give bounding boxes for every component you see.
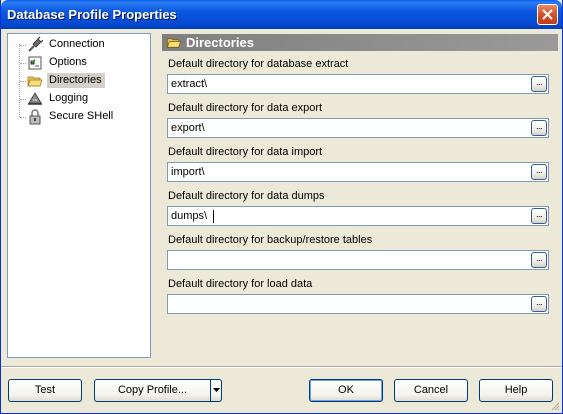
tree-item-secure-shell[interactable]: Secure SHell (8, 108, 150, 126)
backup-restore-directory-input[interactable]: ... (167, 250, 549, 270)
folder-open-icon (27, 76, 43, 87)
tree-item-label: Logging (49, 92, 89, 104)
browse-button-backup-restore[interactable]: ... (531, 252, 547, 268)
tree-item-options[interactable]: Options (8, 54, 150, 72)
field-value: dumps\ (171, 210, 208, 222)
footer-divider (1, 366, 562, 368)
options-icon (28, 56, 42, 70)
lock-icon (29, 109, 41, 125)
tree-item-logging[interactable]: Logging (8, 90, 150, 108)
field-label-dumps: Default directory for data dumps (168, 190, 325, 202)
copy-profile-button[interactable]: Copy Profile... (94, 379, 211, 402)
field-label-extract: Default directory for database extract (168, 58, 349, 70)
browse-button-export[interactable]: ... (531, 120, 547, 136)
browse-button-dumps[interactable]: ... (531, 208, 547, 224)
dialog-window: Database Profile Properties Connection O… (0, 0, 563, 414)
browse-button-extract[interactable]: ... (531, 76, 547, 92)
field-value: extract\ (171, 78, 208, 90)
field-value: import\ (171, 166, 205, 178)
plug-icon (28, 37, 43, 52)
dumps-directory-input[interactable]: dumps\ ... (167, 206, 549, 226)
tree-item-label: Secure SHell (49, 110, 114, 122)
close-icon (542, 9, 553, 20)
field-value: export\ (171, 122, 205, 134)
help-button[interactable]: Help (479, 379, 553, 402)
field-label-load-data: Default directory for load data (168, 278, 313, 290)
tree-item-directories[interactable]: Directories (8, 72, 150, 90)
field-label-export: Default directory for data export (168, 102, 323, 114)
category-tree[interactable]: Connection Options Directories Logging S… (7, 33, 151, 358)
field-label-backup-restore: Default directory for backup/restore tab… (168, 234, 373, 246)
resize-grip-icon[interactable] (550, 401, 560, 411)
import-directory-input[interactable]: import\ ... (167, 162, 549, 182)
extract-directory-input[interactable]: extract\ ... (167, 74, 549, 94)
ok-button-label: OK (338, 384, 354, 396)
close-button[interactable] (537, 4, 558, 25)
folder-open-icon (166, 38, 182, 48)
text-caret (213, 210, 214, 223)
tree-item-label: Options (49, 56, 87, 68)
section-header: Directories (162, 34, 558, 51)
cancel-button[interactable]: Cancel (394, 379, 468, 402)
section-title: Directories (186, 35, 254, 50)
window-title: Database Profile Properties (7, 7, 177, 22)
ok-button[interactable]: OK (309, 379, 383, 402)
tree-item-label: Directories (47, 73, 105, 88)
tree-item-label: Connection (49, 38, 105, 50)
browse-button-load-data[interactable]: ... (531, 296, 547, 312)
field-label-import: Default directory for data import (168, 146, 323, 158)
copy-profile-dropdown-button[interactable] (210, 379, 222, 402)
export-directory-input[interactable]: export\ ... (167, 118, 549, 138)
logging-icon (28, 92, 42, 105)
tree-item-connection[interactable]: Connection (8, 36, 150, 54)
browse-button-import[interactable]: ... (531, 164, 547, 180)
load-data-directory-input[interactable]: ... (167, 294, 549, 314)
chevron-down-icon (213, 388, 220, 392)
title-bar[interactable]: Database Profile Properties (1, 0, 562, 29)
test-button[interactable]: Test (8, 379, 82, 402)
